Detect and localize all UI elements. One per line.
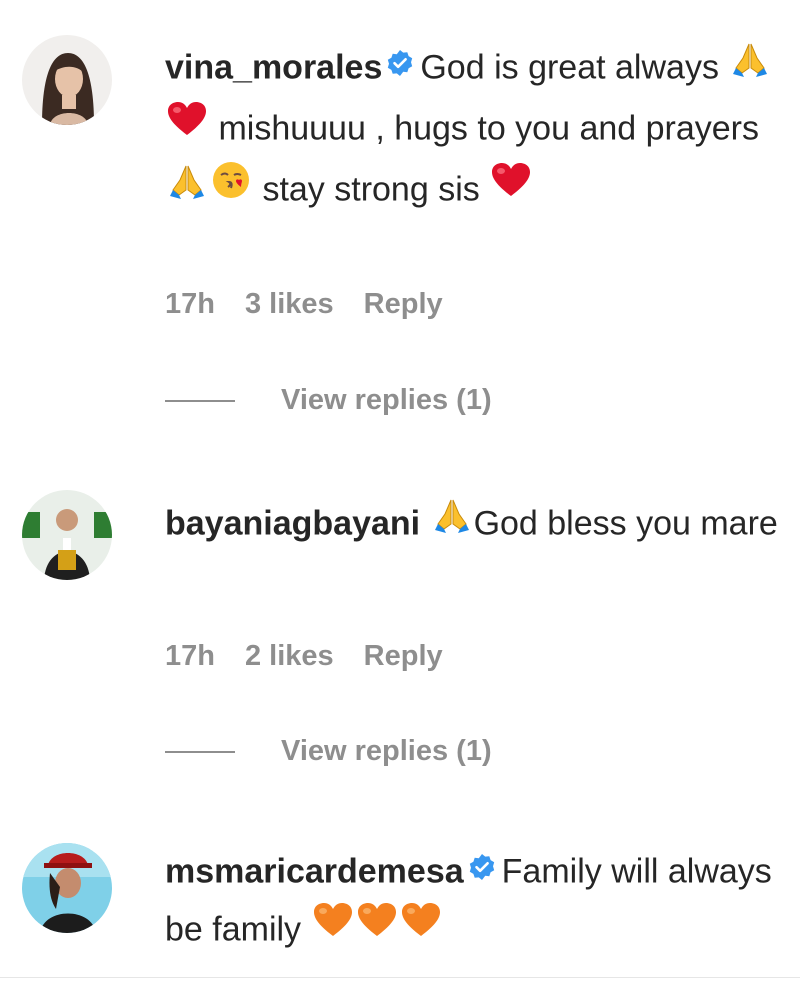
comment-text: msmaricardemesa Family will always be fam… [165,845,785,961]
bottom-divider [0,977,800,978]
replies-divider [165,400,235,403]
comment-text-part: mishuuuu , hugs to you and prayers [209,109,759,148]
reply-button[interactable]: Reply [364,640,443,672]
comment-text-part: God is great always [420,48,729,87]
view-replies-button[interactable]: View replies (1) [165,384,492,417]
avatar-msmaricardemesa[interactable] [22,843,112,933]
orange-heart-emoji-icon [313,902,353,953]
comment-username[interactable]: bayaniagbayani [165,504,420,542]
comment-meta: 17h 2 likes Reply [165,640,473,673]
folded-hands-emoji-icon [167,160,207,215]
comment-likes[interactable]: 3 likes [245,288,334,320]
orange-heart-emoji-icon [401,902,441,953]
view-replies-label[interactable]: View replies (1) [281,735,492,767]
face-blowing-kiss-emoji-icon [211,160,251,215]
reply-button[interactable]: Reply [364,288,443,320]
comment-username[interactable]: vina_morales [165,48,382,86]
comment-text-part: stay strong sis [253,170,490,209]
comment-text-part: God bless you mare [473,504,778,543]
comment-timestamp[interactable]: 17h [165,640,215,672]
view-replies-label[interactable]: View replies (1) [281,384,492,416]
comment-username[interactable]: msmaricardemesa [165,852,464,890]
comment-meta: 17h 3 likes Reply [165,288,473,321]
comment-text: vina_morales God is great always mishuuuu… [165,38,785,223]
orange-heart-emoji-icon [357,902,397,953]
avatar-vina-morales[interactable] [22,35,112,125]
comment-timestamp[interactable]: 17h [165,288,215,320]
replies-divider [165,751,235,754]
red-heart-emoji-icon [167,101,207,152]
avatar-bayaniagbayani[interactable] [22,490,112,580]
view-replies-button[interactable]: View replies (1) [165,735,492,768]
comment-text: bayaniagbayani God bless you mare [165,494,785,557]
folded-hands-emoji-icon [730,38,770,93]
folded-hands-emoji-icon [432,494,472,549]
verified-badge-icon [386,41,414,92]
red-heart-emoji-icon [491,162,531,213]
comment-likes[interactable]: 2 likes [245,640,334,672]
verified-badge-icon [468,845,496,896]
